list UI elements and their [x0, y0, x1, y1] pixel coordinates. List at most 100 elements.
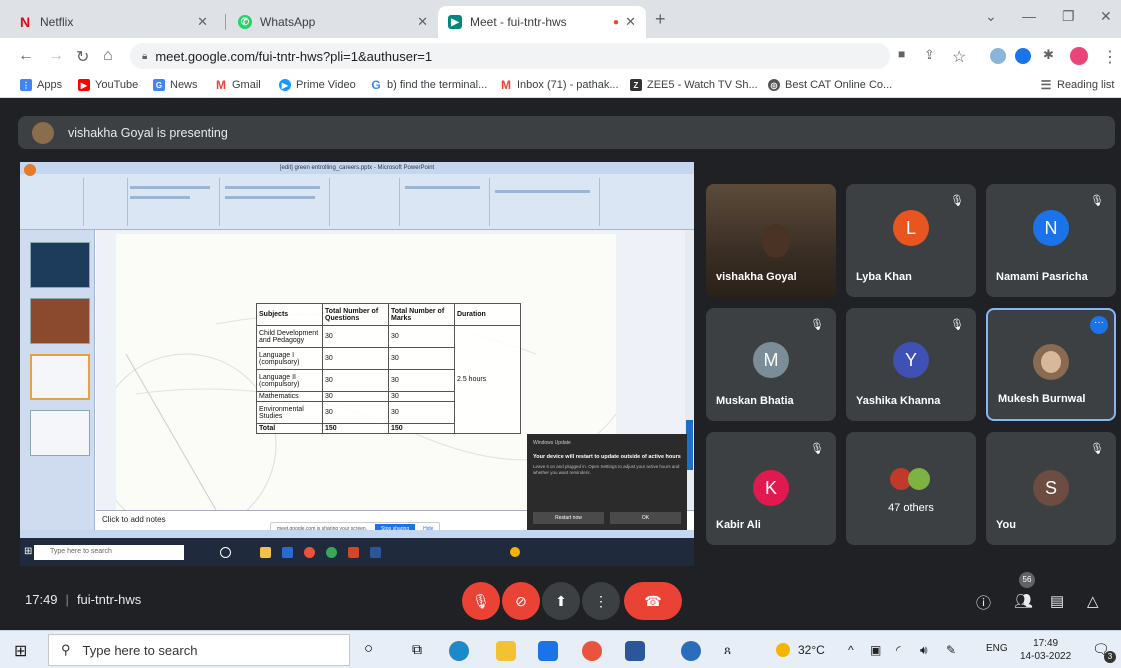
slide-thumbnail[interactable]: [30, 298, 90, 344]
tab-meet[interactable]: ▶ Meet - fui-tntr-hws ● ✕: [438, 6, 646, 38]
chat-icon[interactable]: ▤: [1050, 592, 1064, 610]
bookmark-prime-video[interactable]: ▶ Prime Video: [279, 79, 356, 91]
participant-tile-muskan[interactable]: 🎙︎ M Muskan Bhatia: [706, 308, 836, 421]
bookmark-youtube[interactable]: ▶ YouTube: [78, 79, 138, 91]
network-icon[interactable]: ◜: [896, 643, 901, 657]
url-bar[interactable]: 🔒︎ meet.google.com/fui-tntr-hws?pli=1&au…: [130, 43, 890, 69]
reload-button[interactable]: ↻: [76, 47, 89, 67]
office-button-icon[interactable]: [24, 164, 36, 176]
people-tray-icon[interactable]: ጸ: [724, 643, 731, 658]
presenting-banner: vishakha Goyal is presenting: [18, 116, 1115, 149]
participant-tile-lyba[interactable]: 🎙︎ L Lyba Khan: [846, 184, 976, 297]
bookmark-best-cat[interactable]: ◎ Best CAT Online Co...: [768, 79, 892, 91]
mic-off-button[interactable]: 🎙︎: [462, 582, 500, 620]
bookmark-inbox[interactable]: M Inbox (71) - pathak...: [500, 78, 619, 92]
windows-update-toast: Windows Update Your device will restart …: [527, 434, 687, 530]
mail-icon[interactable]: [538, 641, 558, 661]
person-silhouette: [762, 224, 790, 258]
slide-thumbnail[interactable]: [30, 354, 90, 400]
help-icon[interactable]: [681, 641, 701, 661]
participant-tile-mukesh[interactable]: ··· Mukesh Burnwal: [986, 308, 1116, 421]
participant-tile-others[interactable]: 47 others: [846, 432, 976, 545]
mic-off-icon: 🎙︎: [950, 195, 964, 207]
presenter-search-box: Type here to search: [34, 545, 184, 560]
back-button[interactable]: ←: [18, 47, 34, 65]
tab-title: WhatsApp: [260, 15, 316, 29]
camera-icon[interactable]: ■: [898, 47, 905, 61]
more-options-button[interactable]: ⋮: [582, 582, 620, 620]
weather-temp[interactable]: 32°C: [798, 643, 825, 657]
avatar: [908, 468, 930, 490]
close-icon[interactable]: ✕: [417, 14, 428, 30]
leave-call-button[interactable]: ☎: [624, 582, 682, 620]
participant-tile-yashika[interactable]: 🎙︎ Y Yashika Khanna: [846, 308, 976, 421]
taskbar-search-box[interactable]: ⚲ Type here to search: [48, 634, 350, 666]
taskbar-clock[interactable]: 17:49 14-03-2022: [1020, 637, 1071, 663]
restore-button[interactable]: ❐: [1062, 8, 1075, 25]
extension-icon[interactable]: [1015, 48, 1031, 64]
volume-icon[interactable]: 🔊︎: [920, 643, 928, 658]
restart-now-button[interactable]: Restart now: [533, 512, 604, 524]
edge-icon[interactable]: [449, 641, 469, 661]
whatsapp-icon: ✆: [238, 15, 252, 29]
chevron-up-icon[interactable]: ^: [848, 643, 854, 657]
chrome-icon[interactable]: [582, 641, 602, 661]
close-icon[interactable]: ✕: [625, 14, 636, 30]
word-icon[interactable]: [625, 641, 645, 661]
bookmark-zee5[interactable]: Z ZEE5 - Watch TV Sh...: [630, 79, 758, 91]
extension-icon[interactable]: [990, 48, 1006, 64]
tab-netflix[interactable]: N Netflix ✕: [8, 6, 218, 38]
present-icon: ⬆: [555, 592, 567, 609]
meeting-time: 17:49: [25, 592, 58, 607]
more-options-icon[interactable]: ···: [1090, 316, 1108, 334]
extensions-puzzle-icon[interactable]: ✱: [1043, 47, 1054, 63]
people-icon[interactable]: 👥︎: [1014, 592, 1033, 610]
present-now-button[interactable]: ⬆: [542, 582, 580, 620]
profile-avatar[interactable]: [1070, 47, 1088, 65]
participant-tile-vishakha[interactable]: vishakha Goyal: [706, 184, 836, 297]
task-view-icon[interactable]: ⧉: [412, 641, 422, 658]
tab-title: Netflix: [40, 15, 74, 29]
new-tab-button[interactable]: +: [655, 9, 666, 30]
table-header: Total Number of Questions: [322, 303, 389, 326]
meet-stage: vishakha Goyal is presenting [edit] gree…: [0, 98, 1121, 630]
close-window-button[interactable]: ✕: [1100, 8, 1112, 25]
participant-tile-you[interactable]: 🎙︎ S You: [986, 432, 1116, 545]
bookmark-news[interactable]: G News: [153, 79, 198, 91]
powerpoint-icon: [348, 547, 359, 558]
activities-icon[interactable]: △: [1087, 592, 1099, 610]
bookmark-find-terminal[interactable]: Gb) find the terminal...: [370, 78, 487, 92]
avatar: K: [753, 470, 789, 506]
home-button[interactable]: ⌂: [103, 47, 113, 65]
camera-off-button[interactable]: ⊘: [502, 582, 540, 620]
menu-kebab-icon[interactable]: ⋮: [1102, 47, 1118, 67]
bookmark-apps[interactable]: ⋮ Apps: [20, 79, 62, 91]
minimize-button[interactable]: —: [1022, 8, 1036, 24]
word-icon: [370, 547, 381, 558]
tab-whatsapp[interactable]: ✆ WhatsApp ✕: [228, 6, 438, 38]
ok-button[interactable]: OK: [610, 512, 681, 524]
avatar: Y: [893, 342, 929, 378]
meeting-code: fui-tntr-hws: [76, 592, 142, 607]
reading-list-button[interactable]: ☰ Reading list: [1040, 78, 1115, 92]
cortana-icon[interactable]: ○: [364, 640, 373, 657]
close-icon[interactable]: ✕: [197, 14, 208, 30]
language-indicator[interactable]: ENG: [986, 643, 1008, 654]
bookmark-star-icon[interactable]: ☆: [952, 47, 966, 67]
youtube-icon: ▶: [78, 79, 90, 91]
meeting-info-icon[interactable]: ⓘ: [976, 592, 991, 613]
tray-app-icon[interactable]: ▣: [870, 643, 881, 657]
participant-tile-kabir[interactable]: 🎙︎ K Kabir Ali: [706, 432, 836, 545]
forward-button[interactable]: →: [48, 47, 64, 65]
share-icon[interactable]: ⇪: [924, 47, 935, 63]
file-explorer-icon[interactable]: [496, 641, 516, 661]
windows-start-icon: ⊞: [24, 546, 33, 557]
bookmark-gmail[interactable]: M Gmail: [215, 78, 261, 92]
chevron-down-icon[interactable]: ⌄: [985, 8, 997, 25]
slide-thumbnail[interactable]: [30, 410, 90, 456]
pen-icon[interactable]: ✎: [946, 643, 956, 657]
windows-start-icon[interactable]: ⊞: [14, 641, 27, 661]
participant-tile-namami[interactable]: 🎙︎ N Namami Pasricha: [986, 184, 1116, 297]
file-explorer-icon: [260, 547, 271, 558]
slide-thumbnail[interactable]: [30, 242, 90, 288]
